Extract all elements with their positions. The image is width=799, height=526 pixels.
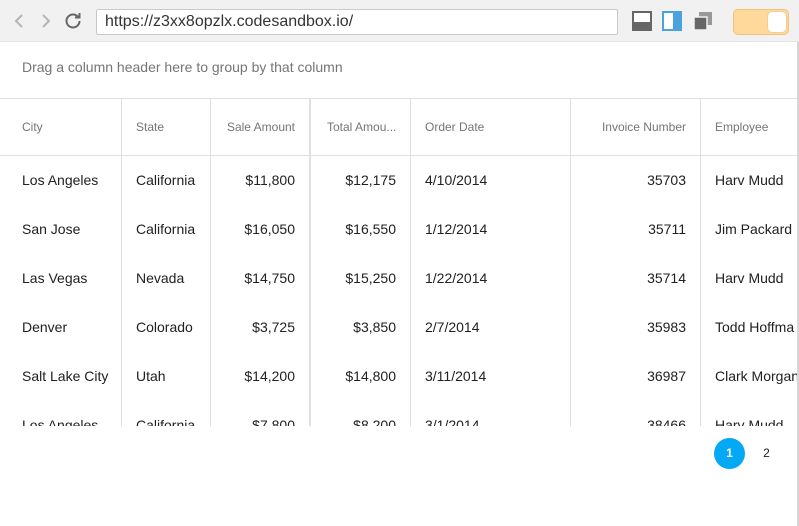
group-panel[interactable]: Drag a column header here to group by th… [0,42,797,99]
group-panel-text: Drag a column header here to group by th… [22,59,343,75]
cell-invoice-number: 35983 [647,319,686,335]
cell-invoice-number: 35714 [647,270,686,286]
forward-button[interactable] [36,10,56,32]
cell-employee: Todd Hoffma [715,319,795,335]
data-grid: City State Sale Amount Total Amou... Ord… [0,99,797,426]
reload-button[interactable] [63,10,83,32]
column-header-city[interactable]: City [22,99,117,155]
toggle-knob [768,12,786,32]
table-row[interactable]: Denver Colorado $3,725 $3,850 2/7/2014 3… [0,303,797,352]
cell-invoice-number: 35711 [648,221,686,237]
cell-city: Salt Lake City [22,368,109,384]
table-row[interactable]: San Jose California $16,050 $16,550 1/12… [0,205,797,254]
column-header-state[interactable]: State [136,99,206,155]
page-button-1[interactable]: 1 [714,438,745,469]
cell-total-amount: $3,850 [353,319,396,335]
cell-city: Los Angeles [22,417,99,426]
theme-toggle[interactable] [733,9,789,35]
back-button[interactable] [9,10,29,32]
forward-icon [42,14,51,28]
browser-toolbar: https://z3xx8opzlx.codesandbox.io/ [0,0,799,42]
cell-state: Colorado [136,319,193,335]
cell-sale-amount: $16,050 [244,221,295,237]
cell-invoice-number: 38466 [647,417,686,426]
cell-city: Denver [22,319,68,335]
cell-employee: Jim Packard [715,221,793,237]
dock-right-icon[interactable] [662,11,682,31]
dock-bottom-icon[interactable] [632,11,652,31]
cell-sale-amount: $7,800 [252,417,295,426]
cell-employee: Harv Mudd [715,172,784,188]
cell-order-date: 1/12/2014 [425,221,488,237]
reload-icon [65,13,81,29]
cell-order-date: 3/11/2014 [425,368,487,384]
back-icon [14,14,23,28]
column-header-sale-amount[interactable]: Sale Amount [214,99,295,155]
url-input[interactable]: https://z3xx8opzlx.codesandbox.io/ [96,9,618,35]
cell-order-date: 3/1/2014 [425,417,480,426]
column-header-order-date[interactable]: Order Date [425,99,565,155]
table-row[interactable]: Salt Lake City Utah $14,200 $14,800 3/11… [0,352,797,401]
table-row[interactable]: Los Angeles California $11,800 $12,175 4… [0,156,797,205]
cell-sale-amount: $14,750 [244,270,295,286]
column-header-invoice-number[interactable]: Invoice Number [574,99,686,155]
cell-city: San Jose [22,221,81,237]
cell-state: Utah [136,368,166,384]
cell-sale-amount: $3,725 [252,319,295,335]
column-header-employee[interactable]: Employee [715,99,797,155]
cell-order-date: 4/10/2014 [425,172,488,188]
cell-total-amount: $14,800 [345,368,396,384]
page-button-2[interactable]: 2 [751,438,782,469]
cell-employee: Harv Mudd [715,417,784,426]
table-row[interactable]: Las Vegas Nevada $14,750 $15,250 1/22/20… [0,254,797,303]
cell-employee: Harv Mudd [715,270,784,286]
cell-state: California [136,172,196,188]
cell-state: Nevada [136,270,185,286]
cell-invoice-number: 36987 [647,368,686,384]
cell-state: California [136,417,196,426]
cell-state: California [136,221,196,237]
cell-sale-amount: $14,200 [244,368,295,384]
cell-invoice-number: 35703 [647,172,686,188]
cell-city: Los Angeles [22,172,99,188]
cell-city: Las Vegas [22,270,88,286]
pager: 1 2 [0,426,797,482]
table-row[interactable]: Los Angeles California $7,800 $8,200 3/1… [0,401,797,426]
window-icon[interactable] [693,11,713,31]
cell-employee: Clark Morgan [715,368,797,384]
grid-header: City State Sale Amount Total Amou... Ord… [0,99,797,156]
cell-total-amount: $15,250 [345,270,396,286]
cell-order-date: 1/22/2014 [425,270,488,286]
column-header-total-amount[interactable]: Total Amou... [327,99,401,155]
cell-total-amount: $16,550 [345,221,396,237]
cell-sale-amount: $11,800 [245,172,295,188]
cell-order-date: 2/7/2014 [425,319,480,335]
cell-total-amount: $12,175 [345,172,396,188]
cell-total-amount: $8,200 [353,417,396,426]
